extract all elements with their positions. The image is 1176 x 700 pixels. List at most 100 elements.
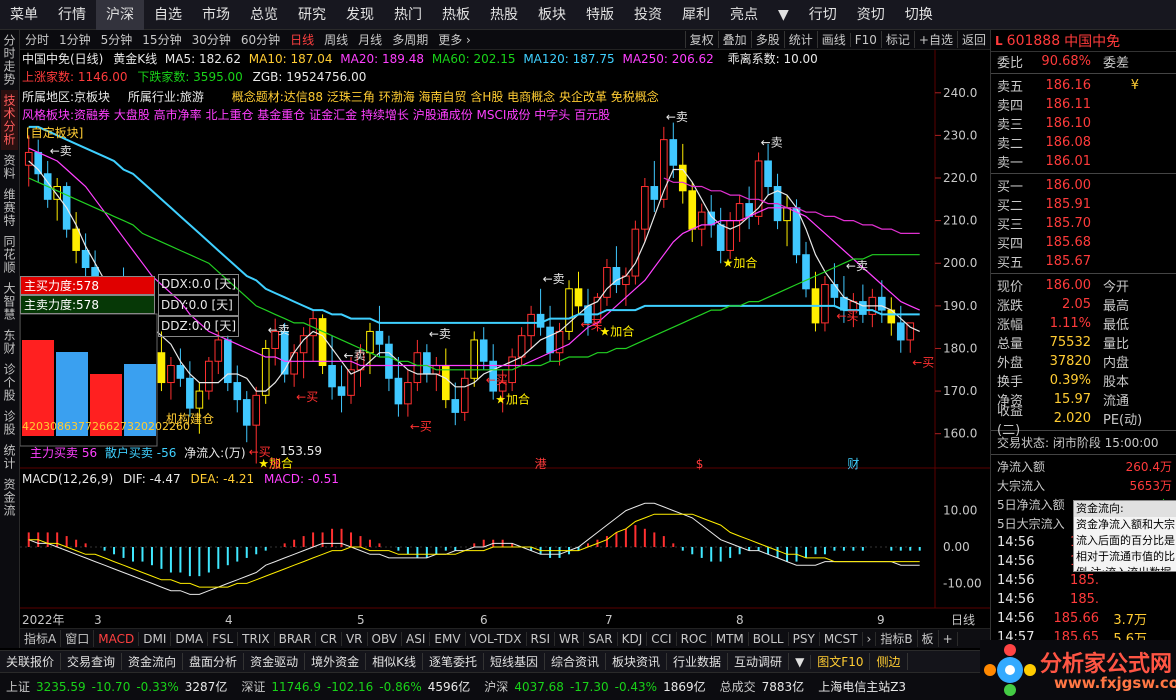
indicator-tab-7[interactable]: BRAR <box>275 631 317 646</box>
period-tab-9[interactable]: 多周期 <box>387 31 433 48</box>
tool-button-8[interactable]: 返回 <box>956 31 990 48</box>
topnav-item-4[interactable]: 市场 <box>192 0 240 30</box>
func-item-5[interactable]: 境外资金 <box>305 653 367 670</box>
indicator-tab-0[interactable]: 指标A <box>20 630 62 647</box>
func-item-11[interactable]: 行业数据 <box>667 653 729 670</box>
indicator-tab-3[interactable]: DMI <box>139 631 172 646</box>
kline-chart-svg[interactable]: 240.0 230.0 220.0 210.0 200.0 190.0 180.0 170.0… <box>19 50 990 630</box>
hs-index-name[interactable]: 沪深 <box>484 678 508 695</box>
topnav-item-9[interactable]: 热板 <box>432 0 480 30</box>
left-rail-item-2[interactable]: 资料 <box>1 150 18 184</box>
sh-index-name[interactable]: 上证 <box>6 678 30 695</box>
period-tab-2[interactable]: 5分钟 <box>96 31 138 48</box>
indicator-tab-21[interactable]: BOLL <box>749 631 789 646</box>
topnav-item-18[interactable]: 资切 <box>847 0 895 30</box>
period-tab-8[interactable]: 月线 <box>353 31 387 48</box>
left-rail-item-5[interactable]: 大智慧 <box>1 278 18 325</box>
left-rail-item-7[interactable]: 诊个股 <box>1 359 18 406</box>
period-tab-1[interactable]: 1分钟 <box>54 31 96 48</box>
topnav-item-2[interactable]: 沪深 <box>96 0 144 30</box>
indicator-tab-16[interactable]: SAR <box>584 631 618 646</box>
left-rail-item-3[interactable]: 维赛特 <box>1 184 18 231</box>
topnav-item-3[interactable]: 自选 <box>144 0 192 30</box>
func-item-15[interactable]: 侧边 <box>870 653 908 670</box>
indicator-tab-12[interactable]: EMV <box>430 631 466 646</box>
func-item-4[interactable]: 资金驱动 <box>244 653 306 670</box>
indicator-tab-25[interactable]: 指标B <box>876 630 918 647</box>
left-rail-item-9[interactable]: 统计 <box>1 440 18 474</box>
topnav-item-16[interactable]: ▼ <box>768 0 799 30</box>
func-item-7[interactable]: 逐笔委托 <box>423 653 484 670</box>
indicator-tab-6[interactable]: TRIX <box>238 631 275 646</box>
period-tab-0[interactable]: 分时 <box>20 31 54 48</box>
func-item-6[interactable]: 相似K线 <box>366 653 423 670</box>
indicator-tab-10[interactable]: OBV <box>368 631 403 646</box>
func-item-14[interactable]: 图文F10 <box>811 653 871 670</box>
topnav-item-6[interactable]: 研究 <box>288 0 336 30</box>
left-rail-item-4[interactable]: 同花顺 <box>1 231 18 278</box>
indicator-tab-23[interactable]: MCST <box>820 631 863 646</box>
func-item-2[interactable]: 资金流向 <box>122 653 184 670</box>
left-rail-item-6[interactable]: 东财 <box>1 325 18 359</box>
period-tab-5[interactable]: 60分钟 <box>236 31 285 48</box>
indicator-tab-17[interactable]: KDJ <box>618 631 648 646</box>
left-rail-item-8[interactable]: 诊股 <box>1 406 18 440</box>
period-tab-10[interactable]: 更多 › <box>433 31 476 48</box>
period-tab-3[interactable]: 15分钟 <box>137 31 186 48</box>
indicator-tab-2[interactable]: MACD <box>94 631 140 646</box>
indicator-tab-1[interactable]: 窗口 <box>61 630 95 647</box>
func-item-13[interactable]: ▼ <box>789 654 812 669</box>
indicator-tab-18[interactable]: CCI <box>647 631 677 646</box>
topnav-item-17[interactable]: 行切 <box>799 0 847 30</box>
tool-button-4[interactable]: 画线 <box>816 31 850 48</box>
tool-button-3[interactable]: 统计 <box>783 31 817 48</box>
tool-button-0[interactable]: 复权 <box>684 31 718 48</box>
indicator-tab-13[interactable]: VOL-TDX <box>466 631 527 646</box>
left-rail-item-10[interactable]: 资金流 <box>1 474 18 521</box>
topnav-item-14[interactable]: 犀利 <box>672 0 720 30</box>
sz-index-name[interactable]: 深证 <box>241 678 265 695</box>
func-item-0[interactable]: 关联报价 <box>0 653 62 670</box>
func-item-12[interactable]: 互动调研 <box>728 653 790 670</box>
indicator-tab-14[interactable]: RSI <box>527 631 556 646</box>
indicator-tab-24[interactable]: › <box>863 631 877 646</box>
period-tab-7[interactable]: 周线 <box>319 31 353 48</box>
topnav-item-8[interactable]: 热门 <box>384 0 432 30</box>
indicator-tab-19[interactable]: ROC <box>677 631 712 646</box>
server-label[interactable]: 上海电信主站Z3 <box>818 678 906 695</box>
indicator-tab-22[interactable]: PSY <box>789 631 820 646</box>
topnav-item-10[interactable]: 热股 <box>480 0 528 30</box>
left-rail-item-1[interactable]: 技术分析 <box>1 90 18 150</box>
topnav-item-11[interactable]: 板块 <box>528 0 576 30</box>
topnav-item-0[interactable]: 菜单 <box>0 0 48 30</box>
left-rail-item-0[interactable]: 分时走势 <box>1 30 18 90</box>
indicator-tab-8[interactable]: CR <box>316 631 342 646</box>
topnav-item-19[interactable]: 切换 <box>895 0 943 30</box>
tool-button-7[interactable]: +自选 <box>913 31 957 48</box>
tool-button-6[interactable]: 标记 <box>880 31 914 48</box>
tool-button-2[interactable]: 多股 <box>750 31 784 48</box>
func-item-3[interactable]: 盘面分析 <box>183 653 245 670</box>
kline-chart-area[interactable]: 240.0 230.0 220.0 210.0 200.0 190.0 180.0 170.0… <box>19 50 990 630</box>
indicator-tab-15[interactable]: WR <box>555 631 585 646</box>
tool-button-1[interactable]: 叠加 <box>717 31 751 48</box>
func-item-1[interactable]: 交易查询 <box>61 653 123 670</box>
func-item-9[interactable]: 综合资讯 <box>545 653 607 670</box>
indicator-tab-20[interactable]: MTM <box>712 631 749 646</box>
indicator-tab-27[interactable]: + <box>939 631 958 646</box>
topnav-item-13[interactable]: 投资 <box>624 0 672 30</box>
topnav-item-7[interactable]: 发现 <box>336 0 384 30</box>
indicator-tab-5[interactable]: FSL <box>208 631 239 646</box>
topnav-item-15[interactable]: 亮点 <box>720 0 768 30</box>
func-item-10[interactable]: 板块资讯 <box>606 653 668 670</box>
indicator-tab-11[interactable]: ASI <box>402 631 431 646</box>
indicator-tab-9[interactable]: VR <box>342 631 368 646</box>
topnav-item-5[interactable]: 总览 <box>240 0 288 30</box>
tool-button-5[interactable]: F10 <box>849 32 881 47</box>
topnav-item-1[interactable]: 行情 <box>48 0 96 30</box>
func-item-8[interactable]: 短线基因 <box>484 653 545 670</box>
period-tab-6[interactable]: 日线 <box>285 31 319 48</box>
period-tab-4[interactable]: 30分钟 <box>187 31 236 48</box>
topnav-item-12[interactable]: 特版 <box>576 0 624 30</box>
indicator-tab-4[interactable]: DMA <box>171 631 209 646</box>
